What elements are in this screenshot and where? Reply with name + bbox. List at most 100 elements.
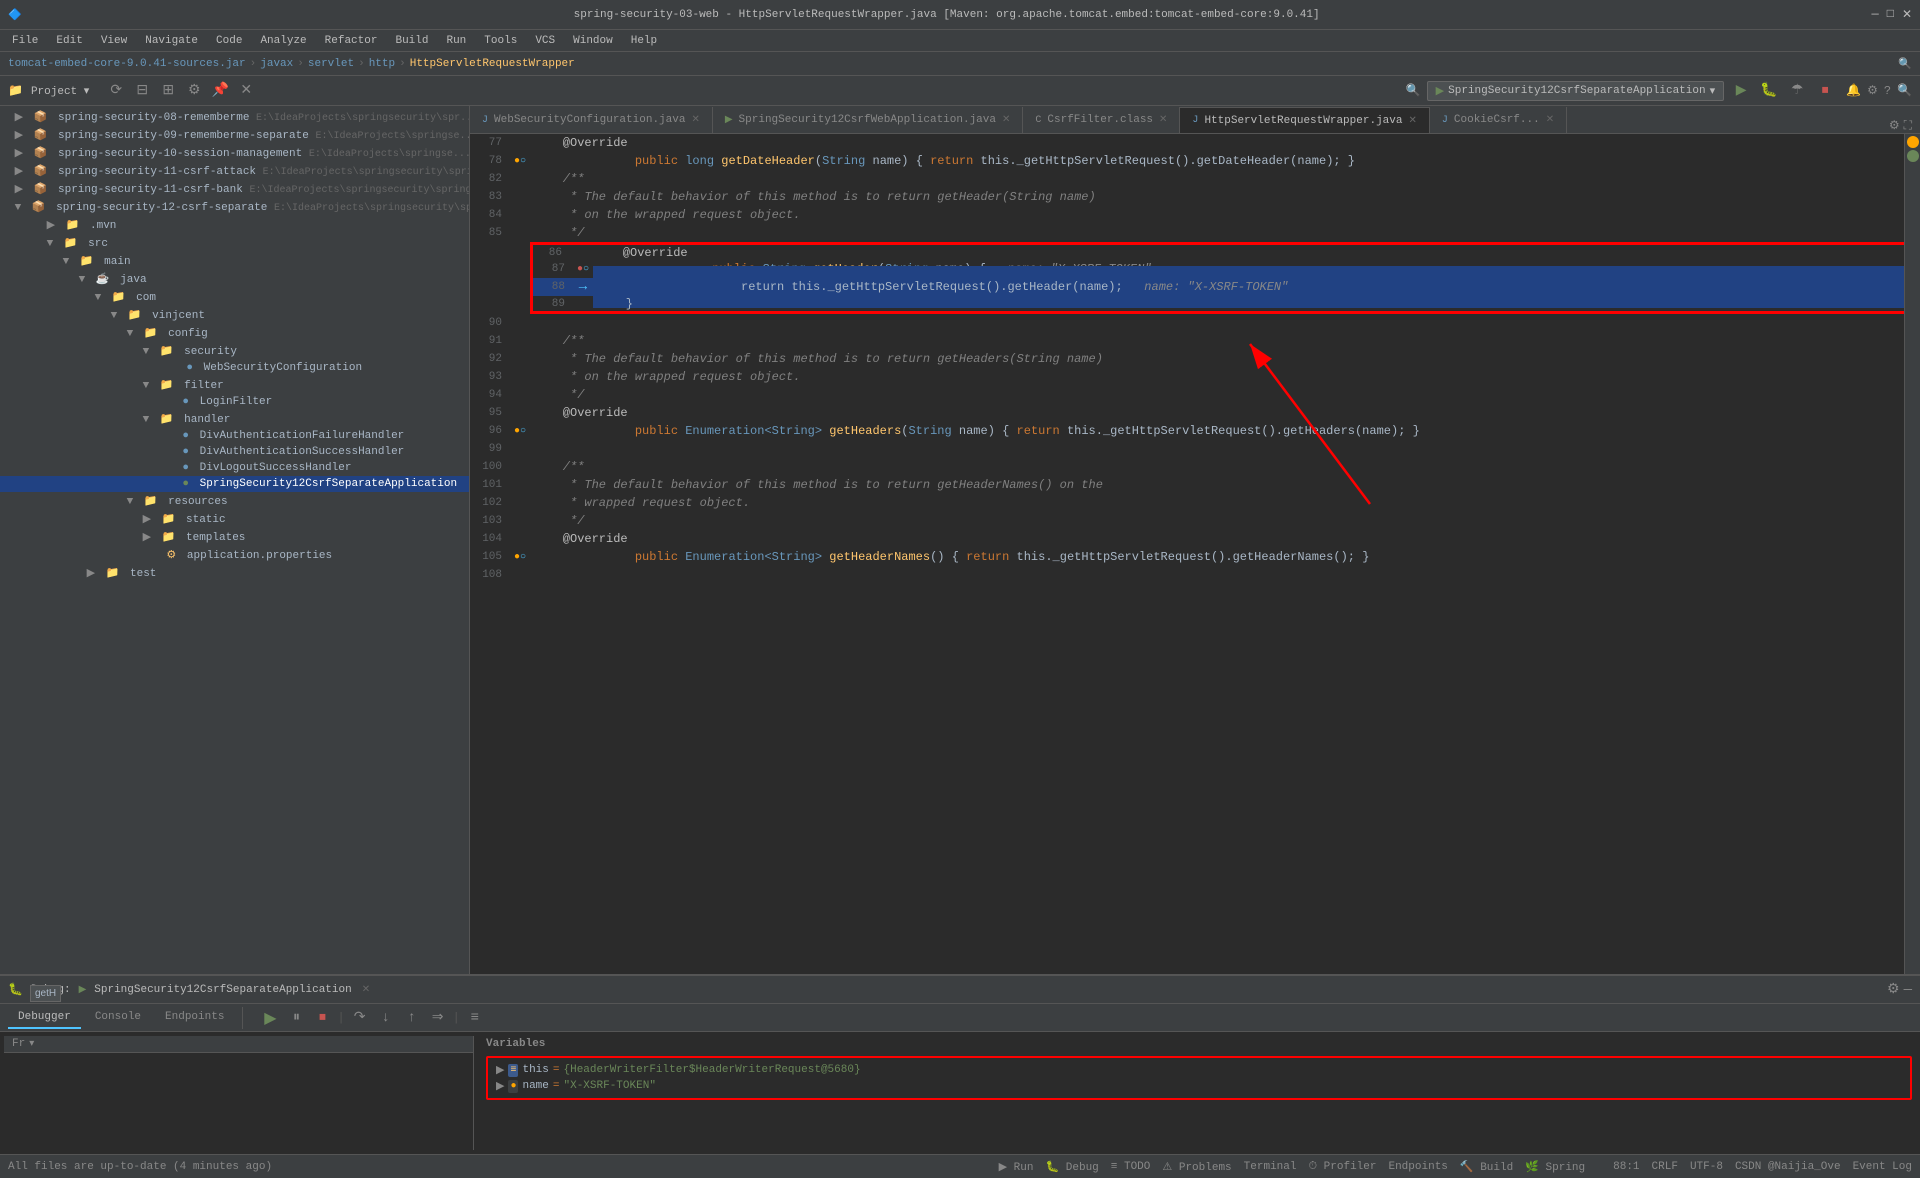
breadcrumb-servlet[interactable]: servlet (308, 58, 354, 70)
menu-view[interactable]: View (93, 33, 135, 49)
debug-minimize-icon[interactable]: — (1904, 982, 1912, 998)
breadcrumb-javax[interactable]: javax (260, 58, 293, 70)
tree-item-com[interactable]: ▼ 📁 com (0, 288, 469, 306)
tab-httpwrapper-close[interactable]: ✕ (1408, 115, 1416, 127)
editor-settings-icon[interactable]: ⚙ (1889, 118, 1900, 133)
window-controls[interactable]: — □ ✕ (1872, 7, 1912, 22)
tab-cookiecsrf-close[interactable]: ✕ (1546, 114, 1554, 126)
tab-csrffilter-close[interactable]: ✕ (1159, 114, 1167, 126)
menu-tools[interactable]: Tools (476, 33, 525, 49)
step-over-btn[interactable]: ↷ (349, 1007, 371, 1029)
run-to-cursor-btn[interactable]: ⇒ (427, 1007, 449, 1029)
tab-websecurity[interactable]: J WebSecurityConfiguration.java ✕ (470, 107, 713, 133)
tree-item-csrf-separate[interactable]: ▼ 📦 spring-security-12-csrf-separate E:\… (0, 198, 469, 216)
crlf-indicator[interactable]: CRLF (1652, 1161, 1678, 1173)
tab-websecurity-close[interactable]: ✕ (691, 114, 699, 126)
expand-btn[interactable]: ⊞ (157, 80, 179, 102)
code-editor[interactable]: 77 @Override 78 ● ○ public long getDateH… (470, 134, 1920, 974)
run-btn[interactable]: ▶ (1730, 80, 1752, 102)
step-into-btn[interactable]: ↓ (375, 1007, 397, 1029)
tab-debugger[interactable]: Debugger (8, 1007, 81, 1029)
menu-code[interactable]: Code (208, 33, 250, 49)
tab-endpoints[interactable]: Endpoints (155, 1007, 234, 1029)
search-icon[interactable]: 🔍 (1898, 57, 1912, 71)
breadcrumb-jar[interactable]: tomcat-embed-core-9.0.41-sources.jar (8, 58, 246, 70)
notifications-icon[interactable]: 🔔 (1846, 83, 1861, 98)
bottom-todo-tab[interactable]: ≡ TODO (1111, 1161, 1151, 1173)
geth-button[interactable]: getH (30, 985, 61, 1002)
stop-btn[interactable]: ⏹ (1814, 80, 1836, 102)
menu-help[interactable]: Help (623, 33, 665, 49)
charset-indicator[interactable]: UTF-8 (1690, 1161, 1723, 1173)
bottom-endpoints-tab[interactable]: Endpoints (1388, 1161, 1447, 1173)
pin-btn[interactable]: 📌 (209, 80, 231, 102)
frames-chevron[interactable]: ▾ (29, 1038, 34, 1050)
tree-item-failure-handler[interactable]: ● DivAuthenticationFailureHandler (0, 428, 469, 444)
debug-btn[interactable]: 🐛 (1758, 80, 1780, 102)
var-this-expand[interactable]: ▶ (496, 1063, 504, 1077)
tree-item-src[interactable]: ▼ 📁 src (0, 234, 469, 252)
tree-item-session[interactable]: ▶ 📦 spring-security-10-session-managemen… (0, 144, 469, 162)
menu-file[interactable]: File (4, 33, 46, 49)
event-log[interactable]: Event Log (1853, 1161, 1912, 1173)
run-search-icon[interactable]: 🔍 (1406, 83, 1421, 98)
tree-item-app-properties[interactable]: ⚙ application.properties (0, 546, 469, 564)
tree-item-success-handler[interactable]: ● DivAuthenticationSuccessHandler (0, 444, 469, 460)
tab-cookiecsrf[interactable]: J CookieCsrf... ✕ (1430, 107, 1567, 133)
run-config-dropdown[interactable]: ▶ SpringSecurity12CsrfSeparateApplicatio… (1427, 81, 1724, 101)
tree-item-resources[interactable]: ▼ 📁 resources (0, 492, 469, 510)
menu-run[interactable]: Run (438, 33, 474, 49)
menu-analyze[interactable]: Analyze (252, 33, 314, 49)
menu-build[interactable]: Build (387, 33, 436, 49)
step-out-btn[interactable]: ↑ (401, 1007, 423, 1029)
close-btn[interactable]: ✕ (1902, 7, 1912, 22)
tree-item-filter[interactable]: ▼ 📁 filter (0, 376, 469, 394)
bottom-build-tab[interactable]: 🔨 Build (1460, 1160, 1513, 1174)
tree-item-loginfilter[interactable]: ● LoginFilter (0, 394, 469, 410)
tree-item-main[interactable]: ▼ 📁 main (0, 252, 469, 270)
coverage-btn[interactable]: ☂ (1786, 80, 1808, 102)
tree-item-config[interactable]: ▼ 📁 config (0, 324, 469, 342)
settings-icon[interactable]: ⚙ (1867, 83, 1878, 98)
menu-navigate[interactable]: Navigate (137, 33, 206, 49)
breadcrumb-class[interactable]: HttpServletRequestWrapper (410, 58, 575, 70)
tab-csrffilter[interactable]: C CsrfFilter.class ✕ (1023, 107, 1180, 133)
pause-btn[interactable]: ⏸ (285, 1007, 307, 1029)
tree-item-rememberme-sep[interactable]: ▶ 📦 spring-security-09-rememberme-separa… (0, 126, 469, 144)
tree-item-static[interactable]: ▶ 📁 static (0, 510, 469, 528)
tree-item-vinjcent[interactable]: ▼ 📁 vinjcent (0, 306, 469, 324)
tree-item-rememberme[interactable]: ▶ 📦 spring-security-08-rememberme E:\Ide… (0, 108, 469, 126)
debug-settings-icon[interactable]: ⚙ (1887, 981, 1900, 998)
close-panel-btn[interactable]: ✕ (235, 80, 257, 102)
bottom-debug-tab[interactable]: 🐛 Debug (1045, 1160, 1098, 1174)
tab-console[interactable]: Console (85, 1007, 151, 1029)
menu-vcs[interactable]: VCS (527, 33, 563, 49)
maximize-btn[interactable]: □ (1887, 7, 1894, 22)
minimize-btn[interactable]: — (1872, 7, 1879, 22)
tree-item-logout-handler[interactable]: ● DivLogoutSuccessHandler (0, 460, 469, 476)
settings-gear-icon[interactable]: ⚙ (183, 80, 205, 102)
tree-item-websecurity[interactable]: ● WebSecurityConfiguration (0, 360, 469, 376)
bottom-terminal-tab[interactable]: Terminal (1244, 1161, 1297, 1173)
tab-webapp[interactable]: ▶ SpringSecurity12CsrfWebApplication.jav… (713, 107, 1024, 133)
bottom-spring-tab[interactable]: 🌿 Spring (1525, 1160, 1585, 1174)
tree-item-security[interactable]: ▼ 📁 security (0, 342, 469, 360)
menu-edit[interactable]: Edit (48, 33, 90, 49)
bottom-run-tab[interactable]: ▶ Run (999, 1160, 1034, 1174)
stop-debug-btn[interactable]: ⏹ (311, 1007, 333, 1029)
tree-item-csrf-attack[interactable]: ▶ 📦 spring-security-11-csrf-attack E:\Id… (0, 162, 469, 180)
bottom-profiler-tab[interactable]: ⏱ Profiler (1308, 1161, 1376, 1173)
tree-item-templates[interactable]: ▶ 📁 templates (0, 528, 469, 546)
breadcrumb-http[interactable]: http (369, 58, 395, 70)
menu-refactor[interactable]: Refactor (317, 33, 386, 49)
resume-btn[interactable]: ▶ (259, 1007, 281, 1029)
search-everywhere-icon[interactable]: 🔍 (1897, 83, 1912, 98)
tab-webapp-close[interactable]: ✕ (1002, 114, 1010, 126)
tab-httpwrapper[interactable]: J HttpServletRequestWrapper.java ✕ (1180, 107, 1429, 133)
tree-item-main-app[interactable]: ● SpringSecurity12CsrfSeparateApplicatio… (0, 476, 469, 492)
bottom-problems-tab[interactable]: ⚠ Problems (1162, 1160, 1231, 1174)
var-name-expand[interactable]: ▶ (496, 1079, 504, 1093)
tree-item-handler[interactable]: ▼ 📁 handler (0, 410, 469, 428)
tree-item-test[interactable]: ▶ 📁 test (0, 564, 469, 582)
menu-window[interactable]: Window (565, 33, 621, 49)
